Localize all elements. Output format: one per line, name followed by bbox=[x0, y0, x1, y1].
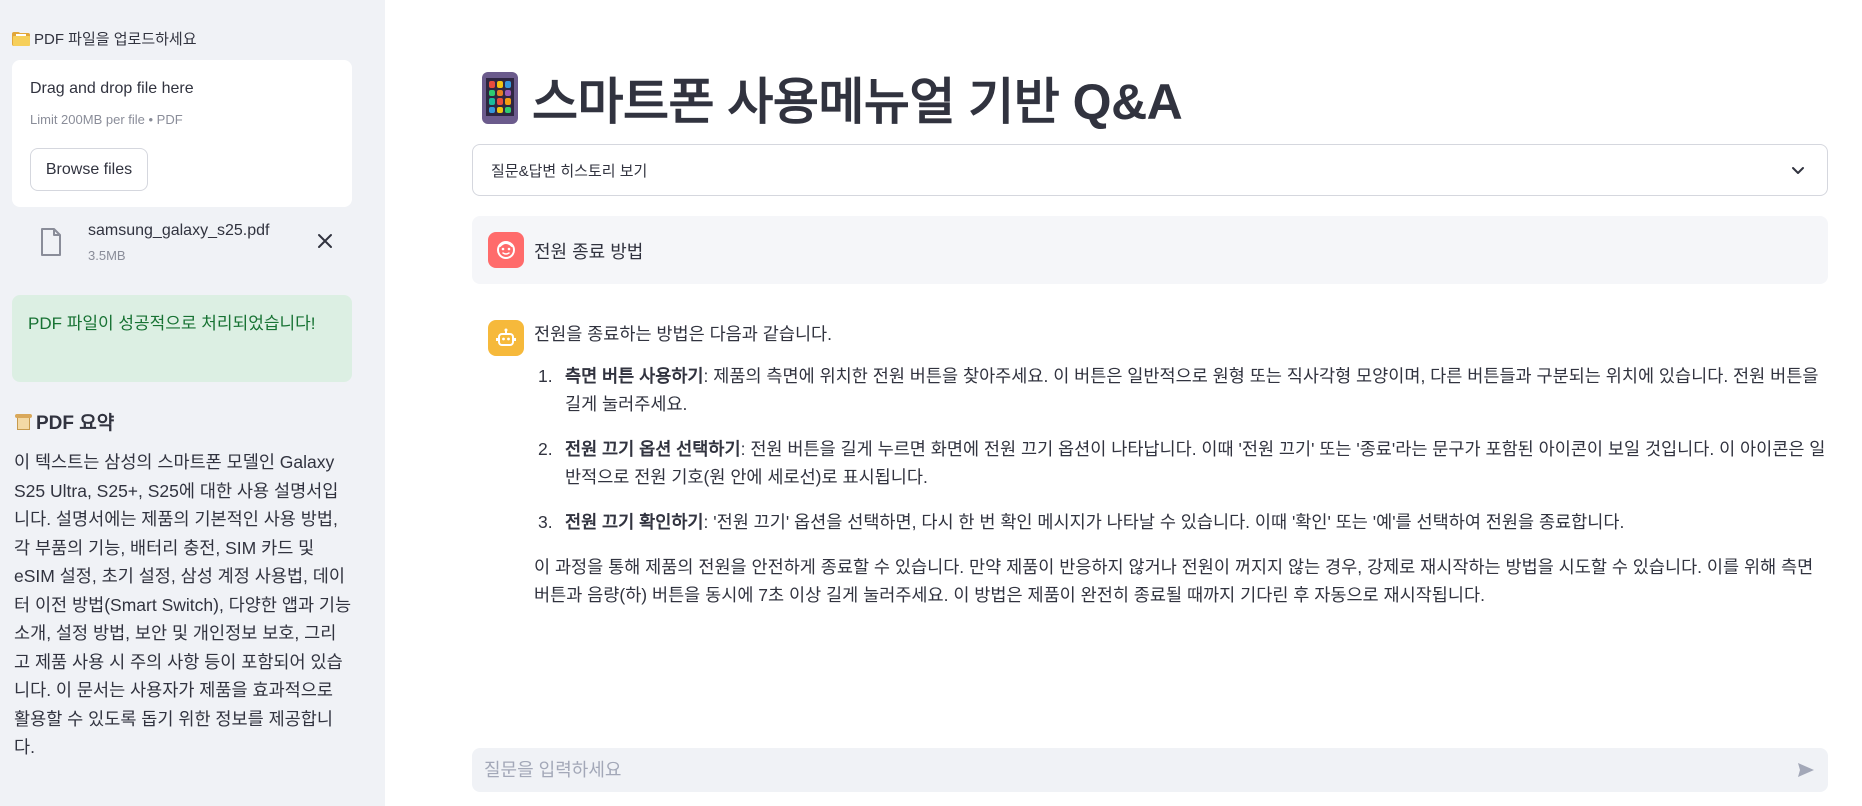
assistant-steps: 1. 측면 버튼 사용하기: 제품의 측면에 위치한 전원 버튼을 찾아주세요.… bbox=[534, 362, 1828, 536]
upload-label: PDF 파일을 업로드하세요 bbox=[12, 28, 197, 49]
step-text: : 제품의 측면에 위치한 전원 버튼을 찾아주세요. 이 버튼은 일반적으로 … bbox=[565, 366, 1819, 414]
step-title: 전원 끄기 확인하기 bbox=[565, 512, 704, 532]
assistant-outro: 이 과정을 통해 제품의 전원을 안전하게 종료할 수 있습니다. 만약 제품이… bbox=[534, 557, 1814, 605]
summary-text: 이 텍스트는 삼성의 스마트폰 모델인 Galaxy S25 Ultra, S2… bbox=[14, 452, 352, 757]
send-icon[interactable] bbox=[1796, 760, 1816, 780]
summary-title-text: PDF 요약 bbox=[36, 413, 115, 434]
user-message: 전원 종료 방법 bbox=[472, 216, 1828, 284]
step-text: : '전원 끄기' 옵션을 선택하면, 다시 한 번 확인 메시지가 나타날 수… bbox=[703, 512, 1625, 532]
user-avatar-icon bbox=[488, 232, 524, 268]
step-title: 전원 끄기 옵션 선택하기 bbox=[565, 439, 741, 459]
assistant-message: 전원을 종료하는 방법은 다음과 같습니다. 1. 측면 버튼 사용하기: 제품… bbox=[534, 320, 1828, 609]
page-title-text: 스마트폰 사용메뉴얼 기반 Q&A bbox=[532, 74, 1183, 130]
summary-title: PDF 요약 bbox=[14, 408, 114, 435]
file-dropzone[interactable]: Drag and drop file here Limit 200MB per … bbox=[12, 60, 352, 207]
scroll-icon bbox=[14, 413, 32, 431]
phone-icon bbox=[482, 72, 518, 124]
assistant-intro: 전원을 종료하는 방법은 다음과 같습니다. bbox=[534, 324, 833, 344]
chevron-down-icon bbox=[1792, 167, 1804, 174]
step-number: 2. bbox=[538, 439, 553, 459]
file-size: 3.5MB bbox=[88, 248, 126, 263]
folder-icon bbox=[12, 31, 30, 46]
success-alert: PDF 파일이 성공적으로 처리되었습니다! bbox=[12, 295, 352, 382]
remove-file-button[interactable] bbox=[314, 230, 336, 252]
step-number: 3. bbox=[538, 512, 553, 532]
file-name: samsung_galaxy_s25.pdf bbox=[88, 222, 270, 239]
dropzone-title: Drag and drop file here bbox=[30, 80, 194, 97]
user-message-text: 전원 종료 방법 bbox=[534, 242, 644, 262]
upload-label-text: PDF 파일을 업로드하세요 bbox=[34, 31, 197, 48]
browse-files-button[interactable]: Browse files bbox=[30, 148, 148, 191]
step-text: : 전원 버튼을 길게 누르면 화면에 전원 끄기 옵션이 나타납니다. 이때 … bbox=[565, 439, 1826, 487]
chat-input-container bbox=[472, 748, 1828, 792]
sidebar: PDF 파일을 업로드하세요 Drag and drop file here L… bbox=[0, 0, 385, 806]
step-number: 1. bbox=[538, 366, 553, 386]
step-title: 측면 버튼 사용하기 bbox=[565, 366, 704, 386]
chat-input[interactable] bbox=[484, 759, 1774, 781]
history-expander[interactable]: 질문&답변 히스토리 보기 bbox=[472, 144, 1828, 196]
bot-avatar-icon bbox=[488, 320, 524, 356]
close-icon bbox=[318, 234, 332, 248]
history-expander-label: 질문&답변 히스토리 보기 bbox=[491, 162, 648, 180]
page-title: 스마트폰 사용메뉴얼 기반 Q&A bbox=[482, 62, 1183, 134]
dropzone-limit: Limit 200MB per file • PDF bbox=[30, 112, 183, 127]
list-item: 3. 전원 끄기 확인하기: '전원 끄기' 옵션을 선택하면, 다시 한 번 … bbox=[534, 508, 1828, 536]
list-item: 2. 전원 끄기 옵션 선택하기: 전원 버튼을 길게 누르면 화면에 전원 끄… bbox=[534, 435, 1828, 491]
file-icon bbox=[41, 228, 61, 256]
list-item: 1. 측면 버튼 사용하기: 제품의 측면에 위치한 전원 버튼을 찾아주세요.… bbox=[534, 362, 1828, 418]
uploaded-file: samsung_galaxy_s25.pdf 3.5MB bbox=[12, 218, 352, 270]
